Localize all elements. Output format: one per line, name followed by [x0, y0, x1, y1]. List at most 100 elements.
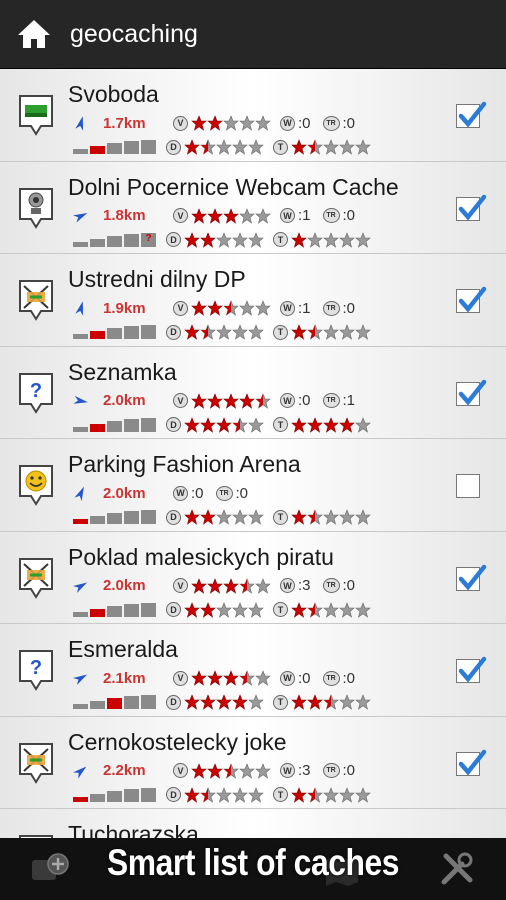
cache-list-item[interactable]: Tuchorazska: [0, 809, 506, 838]
cache-stats-line: 1.9km V W:1 TR:0: [73, 298, 367, 318]
star-icon: [291, 601, 307, 618]
star-icon: [355, 601, 371, 618]
terrain-badge: T: [273, 694, 288, 710]
cache-name: Parking Fashion Arena: [68, 451, 301, 477]
star-icon: [323, 231, 339, 248]
star-icon: [307, 694, 323, 710]
direction-arrow-icon: [73, 766, 87, 779]
star-icon: [184, 139, 200, 155]
cache-checkbox[interactable]: [456, 474, 480, 498]
cache-rating-line: DT: [73, 507, 380, 527]
cache-size-indicator: ?: [73, 232, 166, 247]
cache-list-item[interactable]: ? Esmeralda 2.1km V W:0 TR:0 D T: [0, 624, 506, 717]
cache-name: Ustredni dilny DP: [68, 266, 246, 292]
star-icon: [239, 207, 255, 224]
cache-checkbox[interactable]: [456, 749, 487, 776]
star-icon: [255, 392, 271, 409]
checkmark-icon: [458, 564, 487, 591]
size-bar: [141, 602, 156, 617]
star-icon: [216, 509, 232, 525]
star-icon: [200, 139, 216, 155]
trackables-count: :0: [342, 207, 356, 224]
star-icon: [207, 762, 223, 779]
size-bar: [73, 796, 88, 802]
star-icon: [232, 324, 248, 340]
trackables-badge: TR: [322, 670, 340, 686]
votes-badge: V: [173, 115, 188, 131]
star-icon: [207, 577, 223, 594]
terrain-rating: [291, 509, 371, 525]
cache-list-item[interactable]: Cernokostelecky joke 2.2km V W:3 TR:0 D T: [0, 717, 506, 809]
star-icon: [216, 601, 232, 618]
cache-list-item[interactable]: Ustredni dilny DP 1.9km V W:1 TR:0 D T: [0, 254, 506, 347]
difficulty-badge: D: [166, 139, 181, 155]
star-icon: [191, 670, 207, 686]
trackables-count: :0: [342, 577, 356, 594]
cache-list-item[interactable]: Svoboda 1.7km V W:0 TR:0 D T: [0, 69, 506, 162]
watchers-count: :1: [298, 207, 311, 224]
cache-list-item[interactable]: Parking Fashion Arena 2.0km W:0 TR:0 D T: [0, 439, 506, 532]
star-icon: [339, 694, 355, 710]
cache-size-indicator: [73, 325, 166, 339]
size-bar: [141, 510, 156, 524]
cache-rating-line: D T: [73, 137, 380, 157]
star-icon: [200, 694, 216, 710]
size-bar: [73, 149, 88, 154]
cache-checkbox[interactable]: [456, 379, 487, 406]
star-icon: [339, 601, 355, 618]
cache-list-item[interactable]: Poklad malesickych piratu 2.0km V W:3 TR:0 D…: [0, 532, 506, 624]
cache-checkbox[interactable]: [456, 194, 487, 221]
checkmark-icon: [458, 379, 487, 406]
star-icon: [239, 392, 255, 409]
star-icon: [184, 786, 200, 803]
cache-size-indicator: [73, 695, 166, 709]
difficulty-rating: [184, 786, 264, 803]
difficulty-badge: D: [166, 509, 181, 525]
star-icon: [291, 324, 307, 340]
cache-list[interactable]: Svoboda 1.7km V W:0 TR:0 D T Dolni Pocernice …: [0, 69, 506, 838]
star-icon: [191, 300, 207, 316]
star-icon: [191, 392, 207, 409]
star-icon: [355, 786, 371, 803]
star-icon: [184, 694, 200, 710]
cache-list-item[interactable]: ? Seznamka 2.0km V W:0 TR:1 D T: [0, 347, 506, 439]
votes-badge: V: [173, 670, 188, 686]
cache-list-item[interactable]: Dolni Pocernice Webcam Cache 1.8km V W:1 TR:…: [0, 162, 506, 254]
size-bar: ?: [141, 232, 156, 247]
terrain-rating: [291, 324, 371, 340]
cache-checkbox[interactable]: [456, 564, 487, 591]
watchers-badge: W: [280, 763, 295, 778]
cache-checkbox[interactable]: [456, 656, 487, 683]
size-bar: [124, 788, 139, 802]
difficulty-rating: [184, 509, 264, 525]
mystery-cache-icon: ?: [19, 372, 53, 414]
star-icon: [255, 577, 271, 594]
direction-arrow-icon: [73, 395, 88, 404]
cache-checkbox[interactable]: [456, 286, 487, 313]
size-bar: [73, 519, 88, 524]
watchers-badge: W: [280, 670, 295, 686]
trackables-badge: TR: [322, 115, 340, 131]
star-icon: [291, 231, 307, 248]
home-button[interactable]: [14, 14, 54, 54]
star-icon: [323, 509, 339, 525]
star-icon: [207, 670, 223, 686]
bottom-bar: Smart list of caches: [0, 838, 506, 900]
trackables-count: :0: [342, 299, 356, 317]
cache-size-indicator: [73, 602, 166, 617]
star-icon: [255, 207, 271, 224]
cache-checkbox[interactable]: [456, 101, 487, 128]
star-icon: [323, 139, 339, 155]
star-icon: [232, 509, 248, 525]
size-bar: [107, 790, 122, 802]
cache-size-indicator: [73, 417, 166, 432]
star-icon: [207, 392, 223, 409]
watchers-count: :0: [298, 669, 311, 687]
watchers-badge: W: [280, 115, 295, 131]
checkmark-icon: [458, 286, 487, 313]
cache-distance: 2.1km: [103, 669, 146, 687]
star-icon: [307, 416, 323, 433]
star-icon: [191, 762, 207, 779]
star-icon: [307, 509, 323, 525]
star-icon: [323, 601, 339, 618]
